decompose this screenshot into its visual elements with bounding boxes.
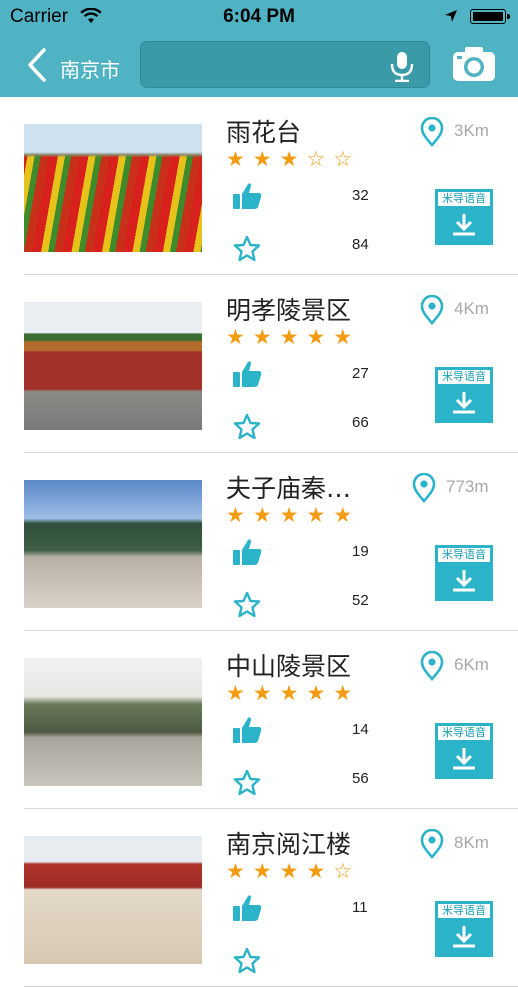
status-bar: Carrier 6:04 PM <box>0 0 518 34</box>
favorite-star-icon[interactable] <box>233 769 261 796</box>
camera-icon[interactable] <box>451 45 497 83</box>
star-filled-icon: ★ <box>226 325 245 349</box>
list-item[interactable]: 中山陵景区 ★ ★ ★ ★ ★ 14 56 6Km 米导语音 <box>0 631 518 809</box>
star-filled-icon: ★ <box>226 859 245 883</box>
list-item[interactable]: 明孝陵景区 ★ ★ ★ ★ ★ 27 66 4Km 米导语音 <box>0 275 518 453</box>
audio-guide-download-button[interactable]: 米导语音 <box>435 723 493 779</box>
location-pin-icon <box>420 295 444 325</box>
audio-guide-label: 米导语音 <box>438 192 490 206</box>
audio-guide-label: 米导语音 <box>438 726 490 740</box>
star-filled-icon: ★ <box>226 681 245 705</box>
star-filled-icon: ★ <box>226 147 245 171</box>
star-filled-icon: ★ <box>279 681 299 705</box>
favorite-star-icon[interactable] <box>233 235 261 262</box>
location-pin-icon <box>420 829 444 859</box>
distance-label: 773m <box>446 477 489 496</box>
top-bar: Carrier 6:04 PM 南京市 <box>0 0 518 97</box>
distance-label: 6Km <box>454 655 489 674</box>
star-filled-icon: ★ <box>279 503 299 527</box>
scenic-photo <box>24 480 202 608</box>
distance-label: 3Km <box>454 121 489 140</box>
audio-guide-download-button[interactable]: 米导语音 <box>435 901 493 957</box>
scenic-photo <box>24 302 202 430</box>
back-chevron-icon[interactable] <box>22 48 62 82</box>
scenic-photo <box>24 836 202 964</box>
star-filled-icon: ★ <box>333 681 353 705</box>
star-filled-icon: ★ <box>252 681 272 705</box>
city-selector[interactable]: 南京市 <box>60 54 120 83</box>
spot-name: 夫子庙秦… <box>226 474 352 503</box>
favorite-count: 84 <box>352 236 369 253</box>
star-filled-icon: ★ <box>306 325 326 349</box>
search-input[interactable] <box>140 41 430 88</box>
audio-guide-download-button[interactable]: 米导语音 <box>435 545 493 601</box>
audio-guide-label: 米导语音 <box>438 370 490 384</box>
thumbs-up-icon[interactable] <box>232 538 262 566</box>
location-pin-icon <box>420 651 444 681</box>
scenic-photo <box>24 124 202 252</box>
favorite-count: 52 <box>352 592 369 609</box>
list-item[interactable]: 夫子庙秦… ★ ★ ★ ★ ★ 19 52 773m 米导语音 <box>0 453 518 631</box>
audio-guide-label: 米导语音 <box>438 904 490 918</box>
scenic-photo <box>24 658 202 786</box>
favorite-star-icon[interactable] <box>233 591 261 618</box>
like-count: 14 <box>352 721 369 738</box>
favorite-count: 66 <box>352 414 369 431</box>
favorite-count: 56 <box>352 770 369 787</box>
download-arrow-icon <box>453 570 475 592</box>
like-count: 11 <box>352 899 368 916</box>
rating-stars: ★ ★ ★ ★ ☆ <box>226 861 352 882</box>
star-filled-icon: ★ <box>252 325 272 349</box>
star-filled-icon: ★ <box>306 503 326 527</box>
thumbs-up-icon[interactable] <box>232 894 262 922</box>
list-item[interactable]: 雨花台 ★ ★ ★ ☆ ☆ 32 84 3Km 米导语音 <box>0 97 518 275</box>
spot-name: 南京阅江楼 <box>226 830 352 859</box>
star-filled-icon: ★ <box>252 859 272 883</box>
location-arrow-icon <box>445 10 457 22</box>
audio-guide-download-button[interactable]: 米导语音 <box>435 367 493 423</box>
favorite-star-icon[interactable] <box>233 413 261 440</box>
download-arrow-icon <box>453 392 475 414</box>
download-arrow-icon <box>453 748 475 770</box>
star-empty-icon: ☆ <box>333 859 353 883</box>
star-empty-icon: ☆ <box>333 147 353 171</box>
spot-name: 中山陵景区 <box>226 652 352 681</box>
distance-label: 8Km <box>454 833 489 852</box>
star-filled-icon: ★ <box>252 147 272 171</box>
rating-stars: ★ ★ ★ ☆ ☆ <box>226 149 352 170</box>
star-filled-icon: ★ <box>333 503 353 527</box>
microphone-icon[interactable] <box>389 50 415 82</box>
spot-name: 雨花台 <box>226 118 302 147</box>
location-pin-icon <box>420 117 444 147</box>
star-filled-icon: ★ <box>279 859 299 883</box>
star-filled-icon: ★ <box>252 503 272 527</box>
thumbs-up-icon[interactable] <box>232 360 262 388</box>
battery-icon <box>470 9 510 24</box>
like-count: 19 <box>352 543 369 560</box>
list-item[interactable]: 南京阅江楼 ★ ★ ★ ★ ☆ 11 8Km 米导语音 <box>0 809 518 987</box>
star-filled-icon: ★ <box>306 859 326 883</box>
rating-stars: ★ ★ ★ ★ ★ <box>226 327 352 348</box>
download-arrow-icon <box>453 214 475 236</box>
spot-name: 明孝陵景区 <box>226 296 352 325</box>
thumbs-up-icon[interactable] <box>232 716 262 744</box>
star-filled-icon: ★ <box>306 681 326 705</box>
audio-guide-label: 米导语音 <box>438 548 490 562</box>
download-arrow-icon <box>453 926 475 948</box>
location-pin-icon <box>412 473 436 503</box>
rating-stars: ★ ★ ★ ★ ★ <box>226 505 352 526</box>
like-count: 32 <box>352 187 369 204</box>
like-count: 27 <box>352 365 369 382</box>
star-filled-icon: ★ <box>279 147 299 171</box>
audio-guide-download-button[interactable]: 米导语音 <box>435 189 493 245</box>
clock: 6:04 PM <box>223 6 295 27</box>
star-filled-icon: ★ <box>333 325 353 349</box>
favorite-star-icon[interactable] <box>233 947 261 974</box>
star-filled-icon: ★ <box>279 325 299 349</box>
distance-label: 4Km <box>454 299 489 318</box>
rating-stars: ★ ★ ★ ★ ★ <box>226 683 352 704</box>
star-empty-icon: ☆ <box>306 147 326 171</box>
thumbs-up-icon[interactable] <box>232 182 262 210</box>
star-filled-icon: ★ <box>226 503 245 527</box>
